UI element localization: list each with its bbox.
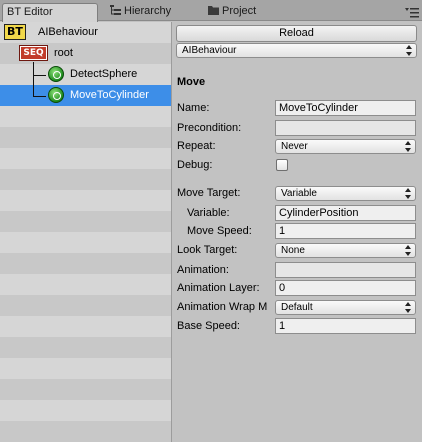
move-target-select-value: Variable (281, 188, 317, 199)
behaviour-tree-panel: BT AIBehaviour SEQ root DetectSphere Mov… (0, 22, 171, 442)
animation-wrap-select-value: Default (281, 302, 313, 313)
seq-badge: SEQ (19, 45, 48, 61)
action-node-icon (48, 66, 64, 82)
tree-stripe (0, 127, 171, 148)
debug-label: Debug: (177, 159, 213, 171)
tree-stripe (0, 253, 171, 274)
animation-layer-field[interactable]: 0 (275, 280, 416, 296)
move-target-select[interactable]: Variable (275, 186, 416, 201)
animation-wrap-label: Animation Wrap M (177, 301, 268, 313)
behaviour-select[interactable]: AIBehaviour (176, 43, 417, 58)
tab-hierarchy[interactable]: Hierarchy (110, 3, 171, 21)
look-target-select[interactable]: None (275, 243, 416, 258)
tree-stripe (0, 316, 171, 337)
tree-stripe (0, 211, 171, 232)
tree-stripe (0, 400, 171, 421)
reload-button[interactable]: Reload (176, 25, 417, 42)
tree-item-detectsphere[interactable]: DetectSphere (0, 64, 171, 84)
animation-layer-label: Animation Layer: (177, 282, 260, 294)
section-title: Move (177, 76, 206, 88)
popup-arrows-icon (405, 141, 411, 152)
precondition-label: Precondition: (177, 122, 242, 134)
tree-stripe (0, 379, 171, 400)
tree-item-label: MoveToCylinder (70, 89, 149, 101)
tree-item-movetocylinder[interactable]: MoveToCylinder (0, 85, 171, 105)
tree-stripe (0, 421, 171, 442)
tab-project[interactable]: Project (208, 3, 256, 21)
popup-arrows-icon (406, 45, 412, 56)
tree-item-aibehaviour[interactable]: BT AIBehaviour (0, 22, 171, 42)
tree-stripe (0, 190, 171, 211)
tab-bar: BT Editor Hierarchy Project (0, 0, 422, 22)
tree-item-label: root (54, 47, 73, 59)
bt-badge: BT (4, 24, 26, 40)
tab-label: BT Editor (7, 6, 53, 18)
animation-label: Animation: (177, 264, 229, 276)
tree-item-label: DetectSphere (70, 68, 138, 80)
repeat-select[interactable]: Never (275, 139, 416, 154)
variable-field[interactable]: CylinderPosition (275, 205, 416, 221)
popup-arrows-icon (405, 302, 411, 313)
move-target-label: Move Target: (177, 187, 241, 199)
tree-item-label: AIBehaviour (38, 26, 98, 38)
behaviour-select-value: AIBehaviour (182, 45, 237, 56)
panel-menu-icon[interactable] (405, 8, 419, 18)
repeat-label: Repeat: (177, 140, 216, 152)
look-target-select-value: None (281, 245, 305, 256)
base-speed-field[interactable]: 1 (275, 318, 416, 334)
variable-label: Variable: (187, 207, 230, 219)
tree-stripe (0, 274, 171, 295)
tab-bt-editor[interactable]: BT Editor (2, 3, 98, 22)
tree-stripe (0, 148, 171, 169)
precondition-field[interactable] (275, 120, 416, 136)
base-speed-label: Base Speed: (177, 320, 240, 332)
action-node-icon (48, 87, 64, 103)
tab-label: Hierarchy (124, 5, 172, 17)
animation-field[interactable] (275, 262, 416, 278)
tree-stripe (0, 169, 171, 190)
popup-arrows-icon (405, 188, 411, 199)
hierarchy-icon (110, 5, 121, 15)
name-field[interactable]: MoveToCylinder (275, 100, 416, 116)
repeat-select-value: Never (281, 141, 308, 152)
tree-stripe (0, 337, 171, 358)
folder-icon (208, 6, 219, 15)
tree-stripe (0, 106, 171, 127)
tab-label: Project (222, 5, 257, 17)
tree-stripe (0, 232, 171, 253)
animation-wrap-select[interactable]: Default (275, 300, 416, 315)
move-speed-field[interactable]: 1 (275, 223, 416, 239)
move-speed-label: Move Speed: (187, 225, 252, 237)
popup-arrows-icon (405, 245, 411, 256)
debug-checkbox[interactable] (276, 159, 288, 171)
look-target-label: Look Target: (177, 244, 238, 256)
name-label: Name: (177, 102, 210, 114)
tree-item-root[interactable]: SEQ root (0, 43, 171, 63)
tree-stripe (0, 358, 171, 379)
tree-stripe (0, 295, 171, 316)
inspector-panel: Reload AIBehaviour Move Name: MoveToCyli… (171, 22, 422, 442)
